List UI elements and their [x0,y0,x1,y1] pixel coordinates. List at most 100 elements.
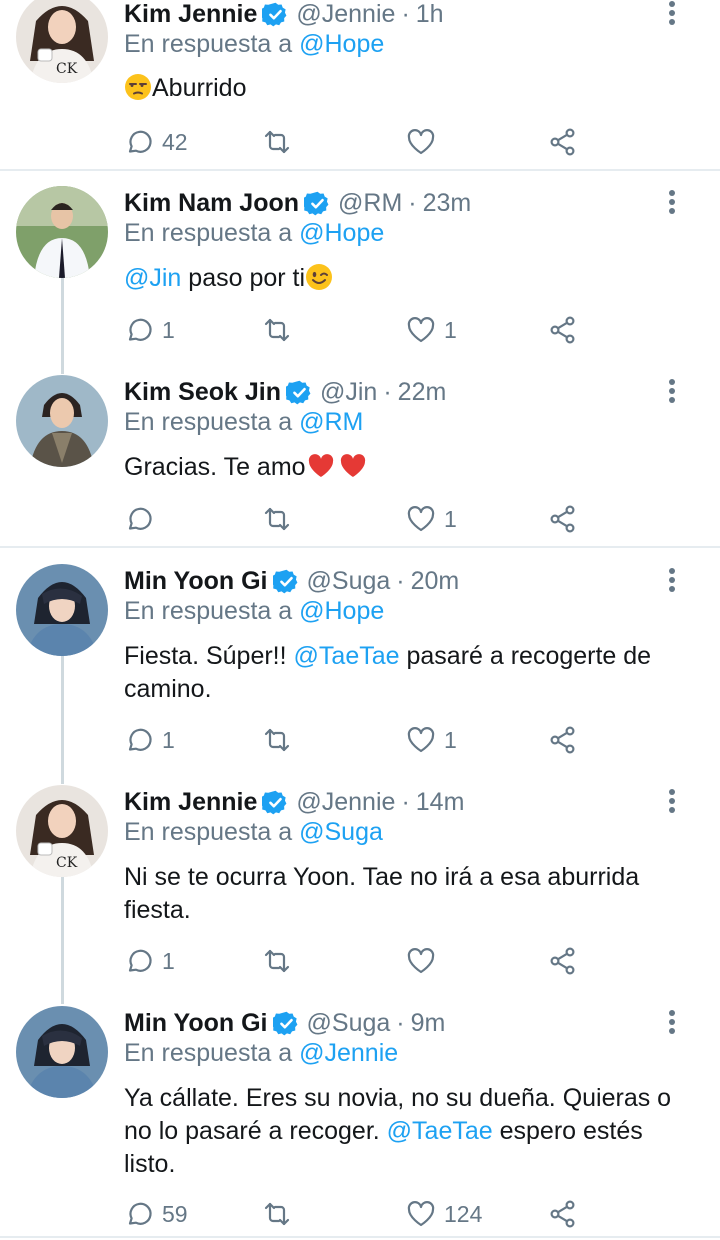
handle[interactable]: @Jennie [296,788,395,817]
timestamp[interactable]: 14m [416,788,465,817]
more-options-icon[interactable] [664,789,680,815]
separator-dot: · [408,188,417,217]
body-mention[interactable]: @Jin [124,264,181,292]
divider [0,546,720,548]
tweet-text: Fiesta. Súper!! @TaeTae pasaré a recoger… [124,640,694,706]
reply-button[interactable]: 1 [124,723,175,757]
winking-emoji [305,263,333,291]
reply-button[interactable] [124,502,154,536]
tweet-actions: 1 [0,944,720,978]
share-button[interactable] [548,125,578,159]
like-button[interactable] [406,125,436,159]
share-icon [548,315,578,345]
tweet-header: Kim Nam Joon @RM · 23m [124,186,471,220]
avatar-kim-nam-joon[interactable] [16,186,108,278]
share-button[interactable] [548,313,578,347]
avatar-min-yoon-gi[interactable] [16,1006,108,1098]
unamused-emoji [124,73,152,101]
tweet-text: Aburrido [124,72,694,105]
reply-to-mention[interactable]: @Hope [299,219,384,247]
handle[interactable]: @Suga [307,567,391,596]
timestamp[interactable]: 20m [411,567,460,596]
reply-button[interactable]: 42 [124,125,188,159]
heart-icon [406,315,436,345]
share-button[interactable] [548,723,578,757]
like-count: 1 [444,505,457,532]
like-button[interactable]: 1 [406,502,457,536]
reply-context: En respuesta a @Hope [124,219,384,248]
more-options-icon[interactable] [664,1,680,27]
retweet-button[interactable] [262,125,292,159]
display-name[interactable]: Min Yoon Gi [124,1009,268,1038]
handle[interactable]: @RM [338,189,402,218]
retweet-button[interactable] [262,313,292,347]
share-button[interactable] [548,502,578,536]
display-name[interactable]: Kim Jennie [124,788,257,817]
verified-badge-icon [273,568,300,595]
separator-dot: · [401,787,410,816]
reply-icon [124,725,154,755]
tweet-text-part: Ni se te ocurra Yoon. Tae no irá a esa a… [124,863,640,924]
heart-icon [406,1199,436,1229]
separator-dot: · [396,566,405,595]
reply-to-mention[interactable]: @Hope [299,30,384,58]
more-options-icon[interactable] [664,379,680,405]
handle[interactable]: @Jin [320,378,377,407]
like-button[interactable] [406,944,436,978]
like-button[interactable]: 1 [406,723,457,757]
body-mention[interactable]: @TaeTae [294,642,400,670]
display-name[interactable]: Kim Seok Jin [124,378,281,407]
timestamp[interactable]: 23m [423,189,472,218]
retweet-icon [262,127,292,157]
avatar-kim-seok-jin[interactable] [16,375,108,467]
reply-prefix: En respuesta a [124,818,293,846]
retweet-button[interactable] [262,1197,292,1231]
tweet-text-part: Gracias. Te amo [124,453,306,481]
like-count: 1 [444,316,457,343]
tweet-text-part: Fiesta. Súper!! [124,642,294,670]
thread-connector [61,876,64,1004]
share-button[interactable] [548,944,578,978]
reply-to-mention[interactable]: @Suga [299,818,383,846]
reply-to-mention[interactable]: @Hope [299,597,384,625]
more-options-icon[interactable] [664,190,680,216]
reply-context: En respuesta a @Suga [124,818,383,847]
reply-button[interactable]: 59 [124,1197,188,1231]
like-button[interactable]: 1 [406,313,457,347]
handle[interactable]: @Jennie [296,0,395,29]
retweet-button[interactable] [262,723,292,757]
body-mention[interactable]: @TaeTae [387,1117,493,1145]
share-icon [548,1199,578,1229]
reply-button[interactable]: 1 [124,313,175,347]
tweet-header: Min Yoon Gi @Suga · 9m [124,1006,445,1040]
avatar-kim-jennie[interactable] [16,0,108,83]
display-name[interactable]: Kim Nam Joon [124,189,299,218]
share-button[interactable] [548,1197,578,1231]
share-icon [548,504,578,534]
tweet-header: Min Yoon Gi @Suga · 20m [124,564,459,598]
display-name[interactable]: Min Yoon Gi [124,567,268,596]
reply-prefix: En respuesta a [124,219,293,247]
timestamp[interactable]: 9m [411,1009,446,1038]
display-name[interactable]: Kim Jennie [124,0,257,29]
reply-button[interactable]: 1 [124,944,175,978]
reply-context: En respuesta a @Hope [124,597,384,626]
timestamp[interactable]: 22m [398,378,447,407]
like-button[interactable]: 124 [406,1197,482,1231]
retweet-button[interactable] [262,502,292,536]
retweet-icon [262,1199,292,1229]
reply-prefix: En respuesta a [124,1039,293,1067]
avatar-kim-jennie[interactable] [16,785,108,877]
reply-to-mention[interactable]: @Jennie [299,1039,398,1067]
reply-to-mention[interactable]: @RM [299,408,363,436]
verified-badge-icon [286,379,313,406]
more-options-icon[interactable] [664,1010,680,1036]
tweet-actions: 59 124 [0,1197,720,1231]
retweet-button[interactable] [262,944,292,978]
more-options-icon[interactable] [664,568,680,594]
handle[interactable]: @Suga [307,1009,391,1038]
reply-icon [124,1199,154,1229]
avatar-min-yoon-gi[interactable] [16,564,108,656]
timestamp[interactable]: 1h [416,0,444,29]
tweet-actions: 1 [0,502,720,536]
